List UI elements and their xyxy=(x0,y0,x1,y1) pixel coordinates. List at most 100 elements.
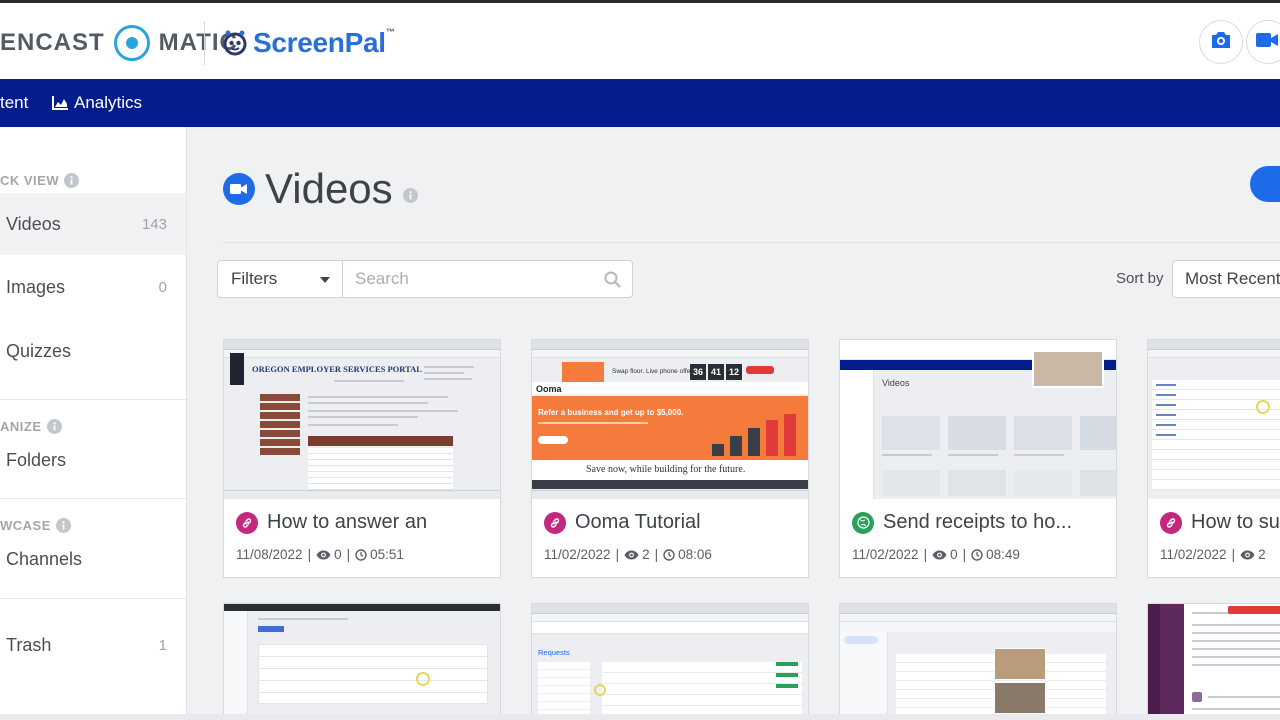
screenpal-wordmark: ScreenPal™ xyxy=(253,27,395,58)
video-duration: 05:51 xyxy=(370,547,404,562)
video-duration: 08:06 xyxy=(678,547,712,562)
logo-ring-icon xyxy=(113,25,150,61)
video-thumbnail[interactable] xyxy=(840,604,1116,720)
video-date: 11/02/2022 xyxy=(852,547,919,562)
screenpal-logo[interactable]: ScreenPal™ xyxy=(221,25,395,61)
video-card[interactable]: Requests xyxy=(531,603,809,720)
thumb-timer-2: 41 xyxy=(708,364,724,380)
thumb-brand: Ooma xyxy=(536,384,562,394)
eye-icon xyxy=(316,550,331,560)
video-thumbnail[interactable]: Requests xyxy=(532,604,808,720)
sidebar-item-label: Quizzes xyxy=(6,340,72,361)
main-nav: tent Analytics xyxy=(0,79,1280,127)
video-card[interactable]: Swap floor. Live phone offer! 36 41 12 O… xyxy=(531,339,809,578)
video-thumbnail[interactable]: Swap floor. Live phone offer! 36 41 12 O… xyxy=(532,340,808,499)
link-icon xyxy=(236,511,258,534)
video-thumbnail[interactable] xyxy=(1148,340,1280,499)
eye-icon xyxy=(932,550,947,560)
sidebar-item-count: 1 xyxy=(158,636,167,654)
nav-item-content[interactable]: tent xyxy=(0,79,28,127)
screencast-o-matic-logo[interactable]: ENCAST MATIC xyxy=(0,23,238,63)
sort-by-label: Sort by xyxy=(1116,270,1164,287)
clock-icon xyxy=(971,548,983,561)
filters-label: Filters xyxy=(231,269,278,288)
search-input[interactable] xyxy=(342,260,633,298)
video-card[interactable] xyxy=(223,603,501,720)
thumb-portal-title: OREGON EMPLOYER SERVICES PORTAL xyxy=(252,364,422,374)
search-icon[interactable] xyxy=(604,271,621,288)
sidebar-item-label: Trash xyxy=(6,634,52,655)
video-camera-icon xyxy=(223,173,255,205)
video-meta: How to answer an 11/08/2022 | 0 | 05:51 xyxy=(236,511,428,562)
sidebar-item-trash[interactable]: Trash 1 xyxy=(0,614,186,676)
sort-value: Most Recent xyxy=(1185,269,1280,288)
clock-icon xyxy=(663,548,675,561)
video-thumbnail[interactable] xyxy=(1148,604,1280,720)
sidebar-item-channels[interactable]: Channels xyxy=(0,528,186,590)
video-card[interactable] xyxy=(839,603,1117,720)
link-icon xyxy=(544,511,566,534)
logo-divider xyxy=(204,21,205,65)
sort-dropdown[interactable]: Most Recent xyxy=(1172,260,1280,298)
app-header: ENCAST MATIC ScreenPal™ xyxy=(0,3,1280,79)
sidebar: CK VIEW Videos 143 Images 0 Quizzes ANIZ… xyxy=(0,127,187,720)
video-duration: 08:49 xyxy=(986,547,1020,562)
video-date: 11/08/2022 xyxy=(236,547,303,562)
record-video-button[interactable] xyxy=(1246,20,1280,64)
info-icon[interactable] xyxy=(64,173,80,188)
video-views: 2 xyxy=(642,547,650,562)
video-views: 0 xyxy=(334,547,342,562)
thumb-promo-text: Swap floor. Live phone offer! xyxy=(612,368,695,375)
sidebar-item-quizzes[interactable]: Quizzes xyxy=(0,320,186,382)
sidebar-divider xyxy=(0,498,186,499)
link-icon xyxy=(1160,511,1182,534)
screenpal-app: ENCAST MATIC ScreenPal™ tent Analytics C… xyxy=(0,0,1280,720)
thumb-timer-3: 12 xyxy=(726,364,742,380)
camera-icon xyxy=(1210,31,1232,54)
sidebar-divider xyxy=(0,598,186,599)
video-thumbnail[interactable]: OREGON EMPLOYER SERVICES PORTAL xyxy=(224,340,500,499)
bar-chart-icon xyxy=(52,96,68,110)
screenshot-button[interactable] xyxy=(1199,20,1243,64)
clock-icon xyxy=(355,548,367,561)
video-meta: Send receipts to ho... 11/02/2022 | 0 | … xyxy=(852,511,1073,562)
video-thumbnail[interactable] xyxy=(224,604,500,720)
window-bottom-edge xyxy=(0,714,1280,720)
page-header: Videos xyxy=(223,165,418,213)
video-views: 0 xyxy=(950,547,958,562)
thumb-videos-title: Videos xyxy=(882,378,910,388)
sidebar-divider xyxy=(0,399,186,400)
video-card[interactable]: How to su 11/02/2022 | 2 xyxy=(1147,339,1280,578)
video-camera-icon xyxy=(1256,32,1280,53)
filters-dropdown[interactable]: Filters xyxy=(217,260,343,298)
video-views: 2 xyxy=(1258,547,1266,562)
video-card[interactable]: Videos Send receipts to ho... 11/02/2022… xyxy=(839,339,1117,578)
sidebar-item-count: 143 xyxy=(141,215,167,233)
video-thumbnail[interactable]: Videos xyxy=(840,340,1116,499)
nav-item-label: Analytics xyxy=(74,93,143,112)
video-date: 11/02/2022 xyxy=(544,547,611,562)
create-button[interactable] xyxy=(1250,166,1280,202)
sidebar-item-label: Channels xyxy=(6,548,83,569)
sidebar-item-videos[interactable]: Videos 143 xyxy=(0,193,186,255)
thumb-timer-1: 36 xyxy=(690,364,706,380)
video-title[interactable]: How to answer an xyxy=(267,511,427,534)
sidebar-item-label: Folders xyxy=(6,449,67,470)
eye-icon xyxy=(1240,550,1255,560)
sidebar-item-images[interactable]: Images 0 xyxy=(0,256,186,318)
video-title[interactable]: Send receipts to ho... xyxy=(883,511,1072,534)
nav-item-analytics[interactable]: Analytics xyxy=(52,79,142,127)
sidebar-heading-quick-view: CK VIEW xyxy=(0,173,80,188)
sidebar-item-count: 0 xyxy=(158,278,167,296)
sidebar-item-folders[interactable]: Folders xyxy=(0,429,186,491)
page-title: Videos xyxy=(265,165,393,212)
video-title[interactable]: How to su xyxy=(1191,511,1280,534)
title-divider xyxy=(223,242,1280,243)
video-meta: Ooma Tutorial 11/02/2022 | 2 | 08:06 xyxy=(544,511,712,562)
video-title[interactable]: Ooma Tutorial xyxy=(575,511,701,534)
video-card[interactable] xyxy=(1147,603,1280,720)
thumb-headline: Refer a business and get up to $5,000. xyxy=(538,408,684,417)
video-card[interactable]: OREGON EMPLOYER SERVICES PORTAL How to a… xyxy=(223,339,501,578)
info-icon[interactable] xyxy=(402,187,418,203)
logo-text-left: ENCAST xyxy=(0,29,105,56)
